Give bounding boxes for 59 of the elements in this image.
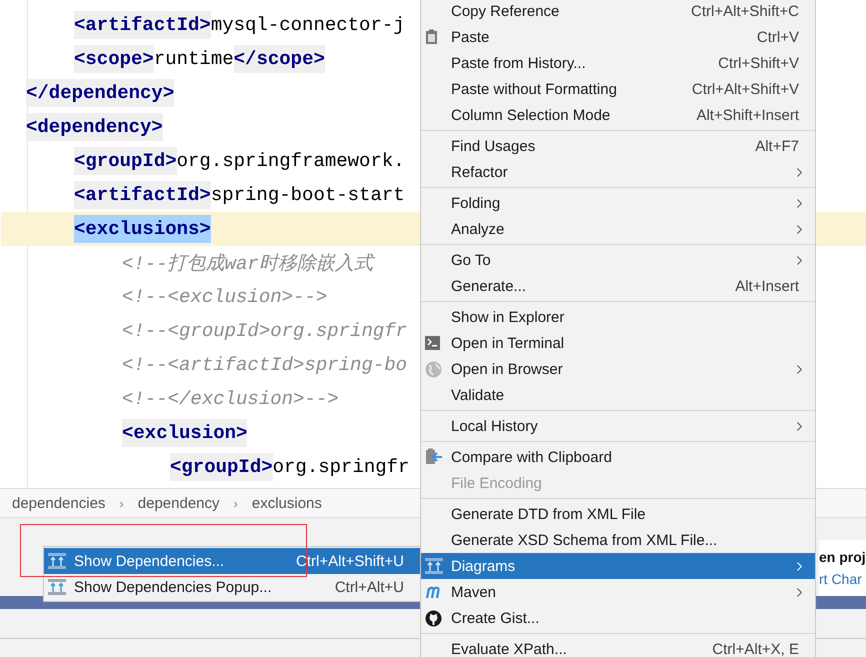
xml-tag: <groupId>	[74, 147, 177, 175]
xml-tag: <scope>	[74, 45, 154, 73]
code-text: org.springframework.	[176, 149, 405, 174]
xml-tag: <exclusion>	[122, 419, 248, 447]
menu-item[interactable]: Maven	[421, 579, 815, 605]
menu-item[interactable]: Paste without Formatting Ctrl+Alt+Shift+V	[421, 76, 815, 102]
diagram-icon	[425, 558, 443, 574]
panel-title: en proj	[819, 549, 866, 565]
menu-item[interactable]: Copy Reference Ctrl+Alt+Shift+C	[421, 0, 815, 24]
menu-item[interactable]: Go To	[421, 247, 815, 273]
menu-item[interactable]: Validate	[421, 382, 815, 408]
panel-link[interactable]: rt Char	[819, 571, 866, 587]
menu-item[interactable]: Compare with Clipboard	[421, 444, 815, 470]
code-comment: <!--<groupId>org.springfr	[122, 319, 408, 344]
code-text: mysql-connector-j	[210, 13, 405, 38]
breadcrumb-item[interactable]: exclusions	[252, 494, 322, 512]
code-comment: <!--<artifactId>spring-bo	[122, 353, 408, 378]
compare-icon	[425, 448, 443, 466]
menu-item[interactable]: Show in Explorer	[421, 304, 815, 330]
breadcrumb-separator: ›	[234, 496, 238, 510]
menu-item[interactable]: Open in Browser	[421, 356, 815, 382]
menu-item[interactable]: Show Dependencies Popup... Ctrl+Alt+U	[44, 574, 420, 600]
menu-item[interactable]: Generate DTD from XML File	[421, 501, 815, 527]
xml-tag: </scope>	[234, 45, 325, 73]
xml-tag: <dependency>	[26, 113, 163, 141]
breadcrumb-item[interactable]: dependency	[138, 494, 220, 512]
diagram-icon	[48, 553, 66, 569]
menu-item[interactable]: Paste from History... Ctrl+Shift+V	[421, 50, 815, 76]
menu-item[interactable]: Generate XSD Schema from XML File...	[421, 527, 815, 553]
terminal-icon	[425, 336, 440, 350]
diagram-icon	[48, 579, 66, 595]
menu-item[interactable]: Find Usages Alt+F7	[421, 133, 815, 159]
round-logo-icon	[425, 610, 442, 626]
code-text: runtime	[154, 47, 234, 72]
menu-item[interactable]: Create Gist...	[421, 605, 815, 631]
code-text: spring-boot-start	[210, 183, 405, 208]
xml-tag: <exclusions>	[74, 215, 211, 243]
globe-icon	[425, 360, 442, 378]
menu-item[interactable]: Diagrams	[421, 553, 815, 579]
xml-tag: <groupId>	[170, 453, 273, 481]
menu-item[interactable]: Generate... Alt+Insert	[421, 273, 815, 299]
menu-item[interactable]: Paste Ctrl+V	[421, 24, 815, 50]
xml-tag: </dependency>	[26, 79, 174, 107]
menu-item[interactable]: Local History	[421, 413, 815, 439]
xml-tag: <artifactId>	[74, 11, 211, 39]
code-comment: <!--打包成war时移除嵌入式	[122, 247, 373, 279]
code-text: org.springfr	[272, 455, 410, 480]
code-comment: <!--<exclusion>-->	[122, 285, 328, 310]
menu-item[interactable]: Analyze	[421, 216, 815, 242]
menu-item[interactable]: Folding	[421, 190, 815, 216]
clipboard-icon	[425, 29, 438, 45]
menu-item[interactable]: Open in Terminal	[421, 330, 815, 356]
breadcrumb-item[interactable]: dependencies	[12, 494, 106, 512]
code-comment: <!--</exclusion>-->	[122, 387, 339, 412]
breadcrumb-separator: ›	[119, 496, 124, 510]
menu-item[interactable]: Column Selection Mode Alt+Shift+Insert	[421, 102, 815, 128]
menu-item[interactable]: Refactor	[421, 159, 815, 185]
menu-item[interactable]: Evaluate XPath... Ctrl+Alt+X, E	[421, 636, 815, 657]
xml-tag: <artifactId>	[74, 181, 211, 209]
